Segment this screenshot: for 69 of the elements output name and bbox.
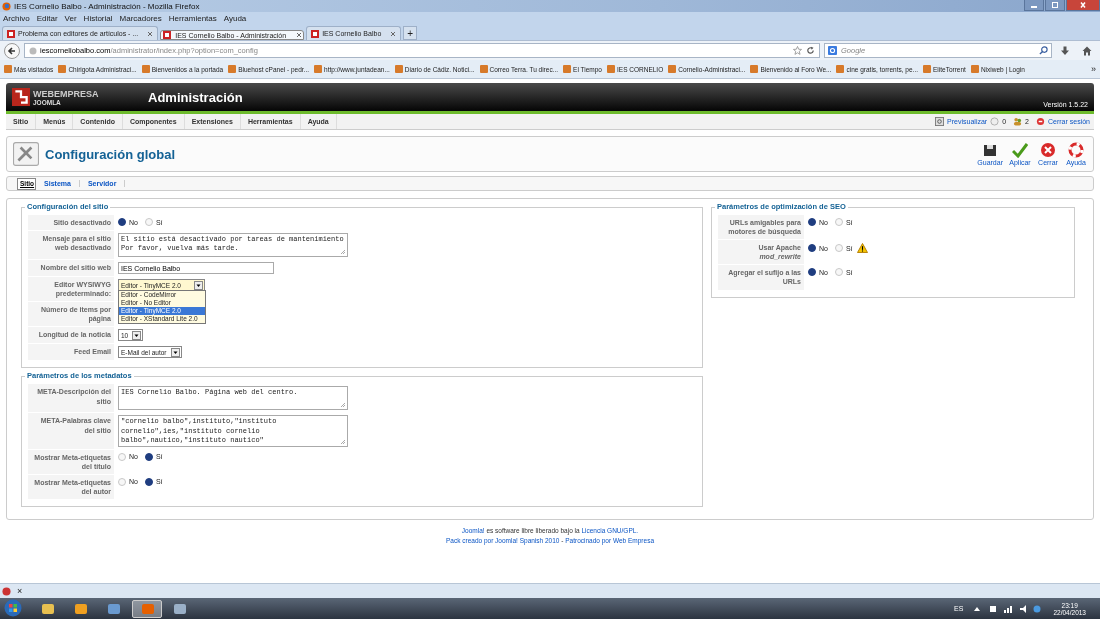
maximize-button[interactable] bbox=[1045, 0, 1065, 11]
save-icon bbox=[982, 142, 999, 158]
menu-item[interactable]: Marcadores bbox=[119, 13, 162, 23]
menu-item[interactable]: Historial bbox=[83, 13, 113, 23]
favicon-icon bbox=[607, 65, 615, 73]
app-icon[interactable] bbox=[74, 601, 88, 616]
users-icon bbox=[1013, 117, 1023, 126]
page-title: Configuración global bbox=[45, 146, 175, 162]
favicon-icon bbox=[668, 65, 677, 73]
logo-icon bbox=[12, 88, 30, 106]
close-tab-icon[interactable] bbox=[296, 32, 303, 38]
favicon-icon bbox=[479, 65, 488, 73]
radio-button[interactable] bbox=[144, 452, 153, 461]
star-icon[interactable] bbox=[793, 46, 802, 55]
window-title: IES Cornelio Balbo - Administración - Mozilla Firefox bbox=[14, 1, 200, 11]
more-bookmarks-button[interactable]: » bbox=[1091, 64, 1096, 74]
firefox-icon bbox=[2, 1, 11, 11]
close-addon-bar-button[interactable]: × bbox=[17, 586, 23, 596]
resize-grip-icon[interactable] bbox=[340, 438, 346, 445]
search-engine-icon[interactable] bbox=[828, 46, 837, 55]
close-button[interactable] bbox=[1066, 0, 1100, 11]
favicon-icon bbox=[750, 65, 759, 73]
radio-button[interactable] bbox=[808, 218, 816, 226]
app-icon[interactable] bbox=[107, 601, 121, 616]
radio-button[interactable] bbox=[808, 268, 816, 277]
search-icon[interactable] bbox=[1039, 46, 1048, 55]
brand-name: WEBEMPRESA bbox=[33, 88, 99, 99]
tray-icons-drawing[interactable] bbox=[972, 603, 1043, 614]
favicon-icon bbox=[923, 65, 931, 73]
close-icon bbox=[1040, 142, 1056, 158]
checkmark-icon bbox=[1012, 142, 1028, 158]
menu-item[interactable]: Archivo bbox=[3, 13, 30, 23]
favicon-icon bbox=[141, 65, 150, 73]
taskbar-app-button[interactable] bbox=[132, 599, 162, 618]
menu-item[interactable]: Editar bbox=[36, 13, 58, 23]
reload-icon[interactable] bbox=[806, 46, 815, 55]
menu-item[interactable]: Ver bbox=[64, 13, 77, 23]
favicon-icon bbox=[228, 65, 237, 73]
favicon-icon bbox=[970, 65, 979, 73]
favicon-icon bbox=[7, 29, 15, 38]
close-tab-icon[interactable] bbox=[390, 30, 397, 37]
favicon-icon bbox=[4, 65, 12, 73]
radio-button[interactable] bbox=[118, 218, 126, 226]
help-icon bbox=[1068, 142, 1084, 158]
close-icon[interactable] bbox=[1078, 1, 1088, 9]
app-icon[interactable] bbox=[41, 601, 55, 616]
logout-icon bbox=[1036, 117, 1045, 126]
admin-title: Administración bbox=[148, 89, 243, 105]
favicon-icon bbox=[314, 65, 323, 73]
maximize-icon[interactable] bbox=[1050, 1, 1060, 9]
download-icon[interactable] bbox=[1060, 45, 1070, 56]
radio-button[interactable] bbox=[144, 477, 153, 486]
resize-grip-icon[interactable] bbox=[340, 249, 346, 256]
new-tab-button[interactable]: + bbox=[403, 26, 418, 40]
resize-grip-icon[interactable] bbox=[340, 402, 346, 409]
favicon-icon bbox=[311, 29, 320, 38]
menu-item[interactable]: Herramientas bbox=[168, 13, 217, 23]
home-icon[interactable] bbox=[1082, 45, 1092, 56]
minimize-button[interactable] bbox=[1024, 0, 1044, 11]
favicon-icon bbox=[836, 65, 845, 73]
favicon-icon bbox=[394, 65, 403, 73]
favicon-icon bbox=[163, 31, 172, 39]
favicon-icon bbox=[58, 65, 67, 73]
close-tab-icon[interactable] bbox=[147, 30, 154, 37]
preview-icon bbox=[935, 117, 945, 126]
app-icon[interactable] bbox=[173, 601, 187, 616]
menu-item[interactable]: Ayuda bbox=[223, 13, 247, 23]
favicon-icon bbox=[563, 65, 572, 73]
radio-button[interactable] bbox=[808, 244, 816, 253]
